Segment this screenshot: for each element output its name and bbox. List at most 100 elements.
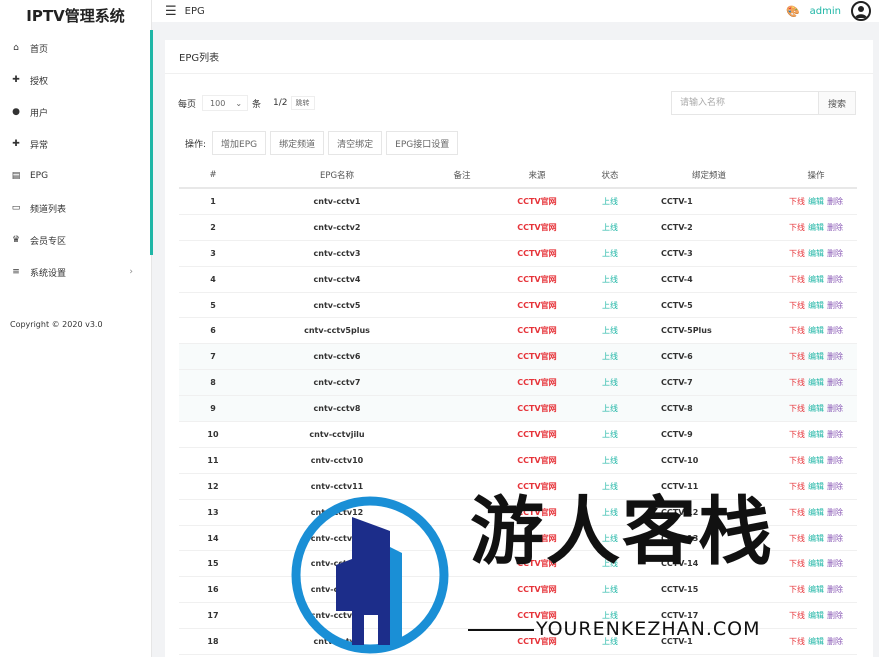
op-button[interactable]: 增加EPG: [212, 131, 267, 155]
delete-link[interactable]: 删除: [827, 430, 843, 439]
edit-link[interactable]: 编辑: [808, 559, 824, 568]
status-cell: 上线: [602, 274, 618, 284]
op-button[interactable]: EPG接口设置: [386, 131, 459, 155]
channel-cell: CCTV-15: [661, 585, 699, 595]
sidebar-item[interactable]: ✚ 授权: [0, 64, 151, 96]
edit-link[interactable]: 编辑: [808, 534, 824, 543]
delete-link[interactable]: 删除: [827, 559, 843, 568]
delete-link[interactable]: 删除: [827, 508, 843, 517]
delete-link[interactable]: 删除: [827, 482, 843, 491]
search-button[interactable]: 搜索: [819, 91, 856, 115]
delete-link[interactable]: 删除: [827, 197, 843, 206]
jump-button[interactable]: 跳转: [290, 96, 315, 110]
sidebar-menu: ⌂ 首页 ✚ 授权 ● 用户 ✚ 异常 ▤ EPG ▭ 频道列表 ♛ 会员专区 ≡ 系统设置 ›: [0, 32, 151, 288]
edit-link[interactable]: 编辑: [808, 404, 824, 413]
column-header: 状态: [601, 171, 619, 181]
edit-link[interactable]: 编辑: [808, 326, 824, 335]
row-index: 18: [207, 637, 219, 647]
sidebar-item[interactable]: ≡ 系统设置 ›: [0, 256, 151, 288]
chevron-down-icon: ⌄: [235, 98, 243, 108]
delete-link[interactable]: 删除: [827, 637, 843, 646]
edit-link[interactable]: 编辑: [808, 482, 824, 491]
table-row[interactable]: 10 cntv-cctvjilu CCTV官网 上线 CCTV-9 下线 编辑 删除: [179, 422, 857, 448]
delete-link[interactable]: 删除: [827, 301, 843, 310]
delete-link[interactable]: 删除: [827, 585, 843, 594]
offline-link[interactable]: 下线: [789, 482, 805, 491]
table-row[interactable]: 2 cntv-cctv2 CCTV官网 上线 CCTV-2 下线 编辑 删除: [179, 215, 857, 241]
offline-link[interactable]: 下线: [789, 301, 805, 310]
offline-link[interactable]: 下线: [789, 275, 805, 284]
table-row[interactable]: 9 cntv-cctv8 CCTV官网 上线 CCTV-8 下线 编辑 删除: [179, 396, 857, 423]
actions-cell: 下线 编辑 删除: [775, 196, 857, 207]
sidebar-item-label: 用户: [30, 108, 49, 119]
table-row[interactable]: 7 cntv-cctv6 CCTV官网 上线 CCTV-6 下线 编辑 删除: [179, 344, 857, 371]
row-index: 8: [210, 378, 216, 388]
home-icon: ⌂: [13, 43, 19, 53]
offline-link[interactable]: 下线: [789, 404, 805, 413]
table-row[interactable]: 1 cntv-cctv1 CCTV官网 上线 CCTV-1 下线 编辑 删除: [179, 189, 857, 215]
offline-link[interactable]: 下线: [789, 352, 805, 361]
offline-link[interactable]: 下线: [789, 326, 805, 335]
edit-link[interactable]: 编辑: [808, 430, 824, 439]
sidebar-item-label: 异常: [30, 140, 49, 151]
table-row[interactable]: 4 cntv-cctv4 CCTV官网 上线 CCTV-4 下线 编辑 删除: [179, 267, 857, 293]
avatar[interactable]: [851, 1, 871, 21]
offline-link[interactable]: 下线: [789, 430, 805, 439]
sidebar-item[interactable]: ▭ 频道列表: [0, 192, 151, 224]
offline-link[interactable]: 下线: [789, 197, 805, 206]
username-link[interactable]: admin: [810, 6, 841, 17]
edit-link[interactable]: 编辑: [808, 378, 824, 387]
offline-link[interactable]: 下线: [789, 585, 805, 594]
edit-link[interactable]: 编辑: [808, 456, 824, 465]
offline-link[interactable]: 下线: [789, 249, 805, 258]
edit-link[interactable]: 编辑: [808, 249, 824, 258]
source-cell: CCTV官网: [517, 378, 557, 388]
offline-link[interactable]: 下线: [789, 559, 805, 568]
sidebar-item[interactable]: ● 用户: [0, 96, 151, 128]
per-page-select[interactable]: 100 ⌄: [202, 95, 249, 111]
op-button[interactable]: 绑定频道: [270, 131, 325, 155]
edit-link[interactable]: 编辑: [808, 197, 824, 206]
edit-link[interactable]: 编辑: [808, 585, 824, 594]
table-row[interactable]: 11 cntv-cctv10 CCTV官网 上线 CCTV-10 下线 编辑 删除: [179, 448, 857, 474]
offline-link[interactable]: 下线: [789, 508, 805, 517]
search-input[interactable]: [671, 91, 819, 115]
table-row[interactable]: 16cntv-cctv15CCTV官网上线CCTV-15下线编辑删除: [179, 577, 857, 604]
edit-link[interactable]: 编辑: [808, 301, 824, 310]
table-row[interactable]: 3 cntv-cctv3 CCTV官网 上线 CCTV-3 下线 编辑 删除: [179, 241, 857, 267]
delete-link[interactable]: 删除: [827, 456, 843, 465]
delete-link[interactable]: 删除: [827, 275, 843, 284]
delete-link[interactable]: 删除: [827, 352, 843, 361]
page-indicator: 1/2: [273, 98, 288, 108]
delete-link[interactable]: 删除: [827, 326, 843, 335]
offline-link[interactable]: 下线: [789, 637, 805, 646]
op-button[interactable]: 清空绑定: [328, 131, 383, 155]
edit-link[interactable]: 编辑: [808, 223, 824, 232]
delete-link[interactable]: 删除: [827, 378, 843, 387]
delete-link[interactable]: 删除: [827, 534, 843, 543]
edit-link[interactable]: 编辑: [808, 352, 824, 361]
sidebar-item[interactable]: ✚ 异常: [0, 128, 151, 160]
delete-link[interactable]: 删除: [827, 611, 843, 620]
table-row[interactable]: 8 cntv-cctv7 CCTV官网 上线 CCTV-7 下线 编辑 删除: [179, 370, 857, 397]
edit-link[interactable]: 编辑: [808, 275, 824, 284]
delete-link[interactable]: 删除: [827, 404, 843, 413]
offline-link[interactable]: 下线: [789, 534, 805, 543]
table-row[interactable]: 5 cntv-cctv5 CCTV官网 上线 CCTV-5 下线 编辑 删除: [179, 293, 857, 319]
offline-link[interactable]: 下线: [789, 223, 805, 232]
offline-link[interactable]: 下线: [789, 611, 805, 620]
offline-link[interactable]: 下线: [789, 378, 805, 387]
sidebar-item[interactable]: ▤ EPG: [0, 160, 151, 192]
sidebar-item[interactable]: ⌂ 首页: [0, 32, 151, 64]
hamburger-menu-icon[interactable]: ☰: [165, 4, 177, 19]
offline-link[interactable]: 下线: [789, 456, 805, 465]
edit-link[interactable]: 编辑: [808, 508, 824, 517]
sidebar-item[interactable]: ♛ 会员专区: [0, 224, 151, 256]
edit-link[interactable]: 编辑: [808, 611, 824, 620]
edit-link[interactable]: 编辑: [808, 637, 824, 646]
delete-link[interactable]: 删除: [827, 249, 843, 258]
palette-icon[interactable]: 🎨: [786, 5, 800, 18]
source-cell: CCTV官网: [517, 585, 557, 595]
table-row[interactable]: 6 cntv-cctv5plus CCTV官网 上线 CCTV-5Plus 下线 编辑 删除: [179, 318, 857, 345]
delete-link[interactable]: 删除: [827, 223, 843, 232]
